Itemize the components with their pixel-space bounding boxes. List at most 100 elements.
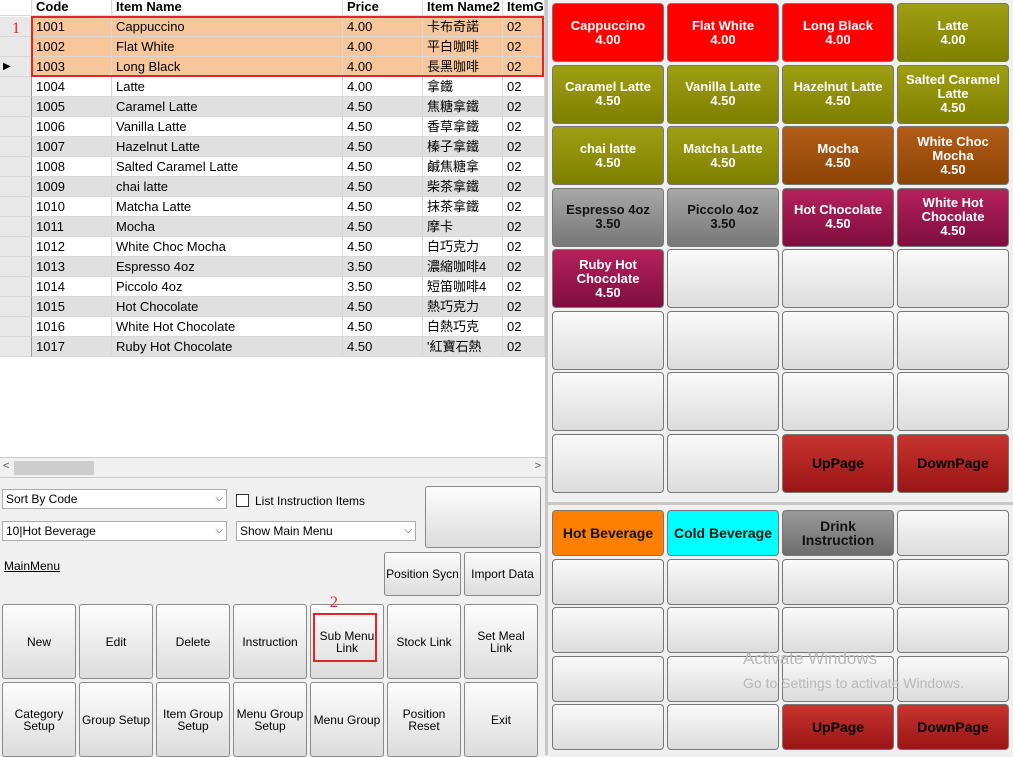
menu-group-button[interactable]: Menu Group xyxy=(310,682,384,757)
cell-name2[interactable]: 白巧克力 xyxy=(423,237,503,257)
group-setup-button[interactable]: Group Setup xyxy=(79,682,153,757)
group-down-page-button[interactable]: DownPage xyxy=(897,704,1009,750)
group-tile[interactable]: Cold Beverage xyxy=(667,510,779,556)
cell-price[interactable]: 4.50 xyxy=(343,157,423,177)
cell-name[interactable]: Hot Chocolate xyxy=(112,297,343,317)
item-group-setup-button[interactable]: Item Group Setup xyxy=(156,682,230,757)
cell-code[interactable]: 1014 xyxy=(32,277,112,297)
up-page-button[interactable]: UpPage xyxy=(782,433,894,493)
cell-code[interactable]: 1013 xyxy=(32,257,112,277)
cell-name[interactable]: Salted Caramel Latte xyxy=(112,157,343,177)
cell-price[interactable]: 4.00 xyxy=(343,77,423,97)
row-header[interactable] xyxy=(0,297,32,317)
empty-group-tile[interactable] xyxy=(667,558,779,605)
cell-name2[interactable]: 熱巧克力 xyxy=(423,297,503,317)
menu-tile[interactable]: Cappuccino 4.00 xyxy=(552,3,664,62)
row-header[interactable] xyxy=(0,197,32,217)
cell-group[interactable]: 02 xyxy=(503,177,545,197)
empty-group-tile[interactable] xyxy=(552,704,664,750)
cell-name2[interactable]: 榛子拿鐵 xyxy=(423,137,503,157)
cell-name2[interactable]: 白熱巧克 xyxy=(423,317,503,337)
empty-menu-tile[interactable] xyxy=(667,433,779,493)
menu-tile[interactable]: chai latte 4.50 xyxy=(552,126,664,185)
empty-menu-tile[interactable] xyxy=(782,310,894,370)
menu-tile[interactable]: White Hot Chocolate 4.50 xyxy=(897,187,1009,247)
cell-code[interactable]: 1012 xyxy=(32,237,112,257)
menu-tile[interactable]: Vanilla Latte 4.50 xyxy=(667,64,779,124)
menu-tile[interactable]: Hot Chocolate 4.50 xyxy=(782,187,894,247)
cell-price[interactable]: 4.50 xyxy=(343,217,423,237)
row-header[interactable] xyxy=(0,217,32,237)
instruction-button[interactable]: Instruction xyxy=(233,604,307,679)
row-header[interactable] xyxy=(0,257,32,277)
cell-price[interactable]: 4.50 xyxy=(343,237,423,257)
cell-code[interactable]: 1016 xyxy=(32,317,112,337)
cell-group[interactable]: 02 xyxy=(503,237,545,257)
cell-name2[interactable]: 拿鐵 xyxy=(423,77,503,97)
empty-group-tile[interactable] xyxy=(897,510,1009,556)
group-tile[interactable]: Drink Instruction xyxy=(782,510,894,556)
cell-price[interactable]: 3.50 xyxy=(343,277,423,297)
cell-price[interactable]: 4.50 xyxy=(343,97,423,117)
cell-code[interactable]: 1007 xyxy=(32,137,112,157)
menu-tile[interactable]: Long Black 4.00 xyxy=(782,3,894,62)
cell-name[interactable]: chai latte xyxy=(112,177,343,197)
cell-price[interactable]: 4.50 xyxy=(343,197,423,217)
menu-tile[interactable]: Mocha 4.50 xyxy=(782,126,894,185)
menu-tile[interactable]: White Choc Mocha 4.50 xyxy=(897,126,1009,185)
edit-button[interactable]: Edit xyxy=(79,604,153,679)
empty-menu-tile[interactable] xyxy=(782,372,894,431)
cell-name2[interactable]: 抹茶拿鐵 xyxy=(423,197,503,217)
cell-name[interactable]: Latte xyxy=(112,77,343,97)
category-setup-button[interactable]: Category Setup xyxy=(2,682,76,757)
cell-group[interactable]: 02 xyxy=(503,297,545,317)
empty-menu-tile[interactable] xyxy=(897,249,1009,308)
exit-button[interactable]: Exit xyxy=(464,682,538,757)
group-tile[interactable]: Hot Beverage xyxy=(552,510,664,556)
cell-code[interactable]: 1015 xyxy=(32,297,112,317)
row-header[interactable] xyxy=(0,117,32,137)
cell-code[interactable]: 1008 xyxy=(32,157,112,177)
menu-tile[interactable]: Ruby Hot Chocolate 4.50 xyxy=(552,249,664,308)
main-menu-link[interactable]: MainMenu xyxy=(4,559,60,573)
empty-group-tile[interactable] xyxy=(552,558,664,605)
row-header[interactable] xyxy=(0,137,32,157)
cell-name[interactable]: Hazelnut Latte xyxy=(112,137,343,157)
delete-button[interactable]: Delete xyxy=(156,604,230,679)
cell-price[interactable]: 4.50 xyxy=(343,337,423,357)
cell-name2[interactable]: 香草拿鐵 xyxy=(423,117,503,137)
menu-tile[interactable]: Piccolo 4oz 3.50 xyxy=(667,187,779,247)
cell-name[interactable]: Mocha xyxy=(112,217,343,237)
row-header[interactable]: ▶ xyxy=(0,57,32,77)
menu-select[interactable]: Show Main Menu ⌵ xyxy=(236,521,416,541)
cell-group[interactable]: 02 xyxy=(503,117,545,137)
cell-name[interactable]: White Choc Mocha xyxy=(112,237,343,257)
row-header[interactable] xyxy=(0,337,32,357)
cell-group[interactable]: 02 xyxy=(503,317,545,337)
cell-name2[interactable]: 鹹焦糖拿 xyxy=(423,157,503,177)
category-select[interactable]: 10|Hot Beverage ⌵ xyxy=(2,521,227,541)
cell-group[interactable]: 02 xyxy=(503,217,545,237)
cell-code[interactable]: 1009 xyxy=(32,177,112,197)
menu-tile[interactable]: Flat White 4.00 xyxy=(667,3,779,62)
menu-tile[interactable]: Matcha Latte 4.50 xyxy=(667,126,779,185)
cell-name2[interactable]: 短笛咖啡4 xyxy=(423,277,503,297)
import-data-button[interactable]: Import Data xyxy=(464,552,541,596)
cell-code[interactable]: 1006 xyxy=(32,117,112,137)
cell-code[interactable]: 1017 xyxy=(32,337,112,357)
cell-code[interactable]: 1011 xyxy=(32,217,112,237)
set-meal-link-button[interactable]: Set Meal Link xyxy=(464,604,538,679)
cell-group[interactable]: 02 xyxy=(503,97,545,117)
blank-button[interactable] xyxy=(425,486,541,548)
row-header[interactable] xyxy=(0,317,32,337)
cell-group[interactable]: 02 xyxy=(503,277,545,297)
group-up-page-button[interactable]: UpPage xyxy=(782,704,894,750)
scroll-left-icon[interactable]: < xyxy=(3,460,9,472)
scroll-thumb[interactable] xyxy=(14,461,94,475)
empty-group-tile[interactable] xyxy=(782,558,894,605)
empty-menu-tile[interactable] xyxy=(782,249,894,308)
cell-price[interactable]: 4.50 xyxy=(343,177,423,197)
down-page-button[interactable]: DownPage xyxy=(897,433,1009,493)
cell-price[interactable]: 4.50 xyxy=(343,117,423,137)
sort-select[interactable]: Sort By Code ⌵ xyxy=(2,489,227,509)
